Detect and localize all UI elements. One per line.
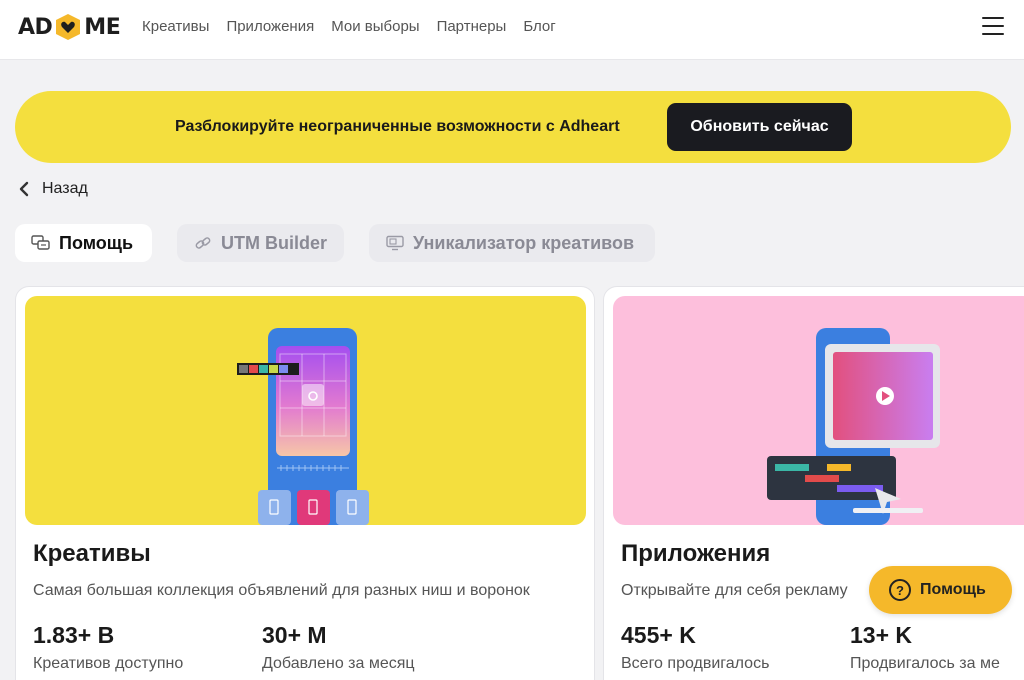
stat-label: Всего продвигалось [621, 655, 770, 672]
nav-item-creatives[interactable]: Креативы [142, 18, 209, 35]
stat-value: 13+ K [850, 622, 913, 648]
tab-creative-uniquifier-label: Уникализатор креативов [413, 232, 635, 253]
nav-item-blog[interactable]: Блог [523, 18, 555, 35]
stat-label: Добавлено за месяц [262, 655, 415, 672]
monitor-icon [386, 235, 404, 251]
card-description: Самая большая коллекция объявлений для р… [33, 582, 530, 599]
main-nav: Креативы Приложения Мои выборы Партнеры … [142, 18, 556, 35]
tab-utm-builder[interactable]: UTM Builder [177, 224, 344, 262]
stat-monthly-creatives: 30+ M Добавлено за месяц [262, 622, 415, 673]
tab-help-label: Помощь [59, 232, 134, 253]
card-creatives[interactable]: Креативы Самая большая коллекция объявле… [15, 286, 595, 680]
stat-value: 30+ M [262, 622, 327, 648]
promo-text: Разблокируйте неограниченные возможности… [175, 118, 620, 135]
logo[interactable]: AD ME [18, 12, 121, 42]
question-icon: ? [889, 579, 911, 601]
logo-heart-icon [56, 14, 81, 40]
stat-monthly-promoted: 13+ K Продвигалось за ме [850, 622, 1000, 673]
tab-creative-uniquifier[interactable]: Уникализатор креативов [369, 224, 655, 262]
help-button[interactable]: ? Помощь [869, 566, 1012, 614]
logo-text-left: AD [18, 14, 53, 40]
card-title: Креативы [33, 540, 151, 567]
card-apps[interactable]: Приложения Открывайте для себя рекламу 4… [603, 286, 1024, 680]
stat-label: Креативов доступно [33, 655, 184, 672]
top-navigation-bar: AD ME Креативы Приложения Мои выборы Пар… [0, 0, 1024, 60]
chevron-left-icon [19, 181, 29, 197]
nav-item-apps[interactable]: Приложения [226, 18, 314, 35]
stat-total-creatives: 1.83+ B Креативов доступно [33, 622, 183, 673]
upgrade-button[interactable]: Обновить сейчас [667, 103, 852, 151]
nav-item-my-selections[interactable]: Мои выборы [331, 18, 419, 35]
stat-total-promoted: 455+ K Всего продвигалось [621, 622, 769, 673]
link-icon [195, 237, 211, 249]
stat-value: 1.83+ B [33, 622, 115, 648]
back-label: Назад [42, 180, 88, 197]
menu-icon[interactable] [982, 17, 1004, 35]
apps-illustration [613, 296, 1024, 525]
logo-text-right: ME [84, 14, 121, 40]
card-title: Приложения [621, 540, 771, 567]
chat-icon [31, 235, 50, 250]
card-description: Открывайте для себя рекламу [621, 582, 848, 599]
stat-label: Продвигалось за ме [850, 655, 1000, 672]
help-button-label: Помощь [920, 581, 986, 598]
stat-value: 455+ K [621, 622, 696, 648]
back-link[interactable]: Назад [18, 180, 88, 198]
creatives-illustration [25, 296, 586, 525]
promo-banner: Разблокируйте неограниченные возможности… [15, 91, 1011, 163]
tab-help[interactable]: Помощь [15, 224, 152, 262]
tab-utm-builder-label: UTM Builder [221, 232, 327, 253]
nav-item-partners[interactable]: Партнеры [437, 18, 507, 35]
